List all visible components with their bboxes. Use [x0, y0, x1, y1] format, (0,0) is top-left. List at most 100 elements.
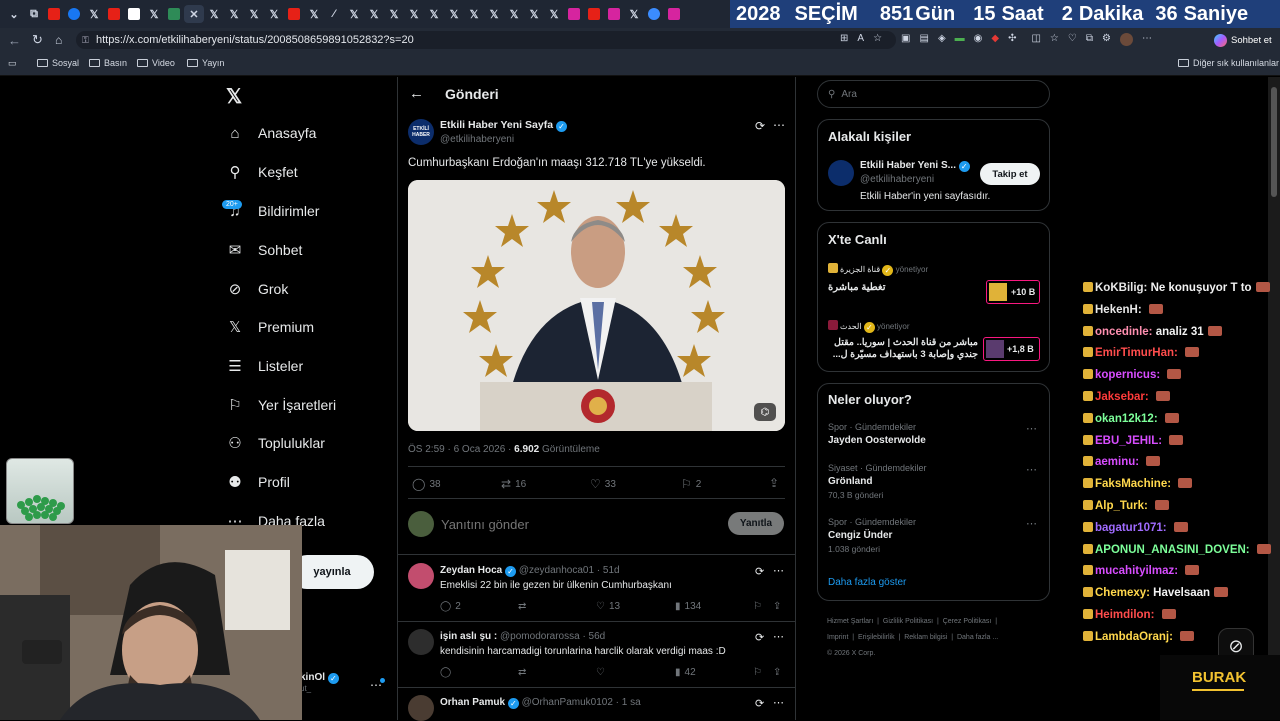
trend-item[interactable]: Siyaset · Gündemdekiler Grönland 70,3 B …	[828, 463, 1041, 500]
copilot-chat-button[interactable]: Sohbet et	[1214, 31, 1272, 49]
tab-youtube-icon[interactable]	[584, 5, 604, 23]
nav-item-5[interactable]: 𝕏 Premium	[226, 318, 314, 336]
post-button[interactable]: yayınla	[290, 555, 374, 589]
reply-bookmark-icon[interactable]: ⚐	[753, 601, 762, 612]
page-scrollbar[interactable]	[1268, 77, 1280, 720]
nav-item-1[interactable]: ⚲ Keşfet	[226, 163, 298, 181]
collections-icon[interactable]: ♡	[1068, 33, 1077, 47]
tab-instagram-icon[interactable]	[664, 5, 684, 23]
tab-x-icon[interactable]: 𝕏	[464, 5, 484, 23]
search-box[interactable]: ⚲ Ara	[817, 80, 1050, 108]
trend-item[interactable]: Spor · Gündemdekiler Jayden Oosterwolde …	[828, 422, 1041, 449]
reply-views-action[interactable]: ▮ 42	[675, 667, 696, 678]
reply-share-icon[interactable]: ⇪	[773, 667, 781, 678]
ext-icon[interactable]: ▬	[955, 33, 965, 47]
reply-views-action[interactable]: ▮ 134	[675, 601, 701, 612]
image-grok-icon[interactable]: ⌬	[754, 403, 776, 421]
tab-x-icon[interactable]: 𝕏	[344, 5, 364, 23]
tab-workspaces-icon[interactable]: ⧉	[24, 5, 44, 23]
reply-bookmark-icon[interactable]: ⚐	[753, 667, 762, 678]
reply-avatar[interactable]	[408, 563, 434, 589]
reply-grok-icon[interactable]: ⟳	[755, 697, 764, 710]
reply-more-icon[interactable]: ⋯	[773, 630, 784, 643]
reply-share-icon[interactable]: ⇪	[773, 601, 781, 612]
bookmark-action[interactable]: ⚐ 2	[681, 477, 701, 491]
tab-x-icon[interactable]: 𝕏	[444, 5, 464, 23]
tab-x-icon[interactable]: 𝕏	[204, 5, 224, 23]
nav-item-4[interactable]: ⊘ Grok	[226, 280, 289, 298]
related-user[interactable]: Etkili Haber Yeni S... ✓ @etkilihaberyen…	[860, 160, 970, 185]
reply-more-icon[interactable]: ⋯	[773, 564, 784, 577]
trend-more-icon[interactable]: ⋯	[1026, 463, 1037, 476]
nav-item-0[interactable]: ⌂ Anasayfa	[226, 124, 316, 142]
x-logo-icon[interactable]: 𝕏	[226, 84, 242, 109]
reply-header[interactable]: Zeydan Hoca ✓ @zeydanhoca01 · 51d	[440, 565, 620, 577]
tab-x-icon[interactable]: 𝕏	[544, 5, 564, 23]
footer-link[interactable]: Çerez Politikası	[943, 618, 992, 625]
nav-item-3[interactable]: ✉ Sohbet	[226, 241, 303, 259]
like-action[interactable]: ♡ 33	[590, 477, 616, 491]
favorite-icon[interactable]: ☆	[873, 33, 882, 47]
tab-x-icon[interactable]: 𝕏	[384, 5, 404, 23]
bookmark-folder-yayin[interactable]: Yayın	[187, 58, 224, 68]
grok-explain-icon[interactable]: ⟳	[755, 119, 765, 133]
tab-youtube-icon[interactable]	[104, 5, 124, 23]
bookmark-folder-video[interactable]: Video	[137, 58, 175, 68]
tab-linkedin-icon[interactable]	[124, 5, 144, 23]
footer-link[interactable]: Reklam bilgisi	[904, 634, 947, 641]
tab-x-icon[interactable]: 𝕏	[144, 5, 164, 23]
reply-repost-action[interactable]: ⇄	[518, 667, 526, 678]
related-avatar[interactable]	[828, 160, 854, 186]
tab-app-icon[interactable]	[164, 5, 184, 23]
tab-feather-icon[interactable]: ⁄	[324, 5, 344, 23]
scrollbar-thumb[interactable]	[1271, 87, 1277, 197]
post-author[interactable]: Etkili Haber Yeni Sayfa ✓ @etkilihaberye…	[440, 119, 567, 145]
ext-icon[interactable]: ◉	[974, 33, 983, 47]
reply-reply-action[interactable]: ◯ 2	[440, 601, 461, 612]
nav-item-6[interactable]: ☰ Listeler	[226, 357, 303, 375]
nav-item-9[interactable]: ⚉ Profil	[226, 473, 290, 491]
tab-x-icon[interactable]: 𝕏	[264, 5, 284, 23]
bookmark-folder-basin[interactable]: Basın	[89, 58, 127, 68]
reply-avatar[interactable]	[408, 695, 434, 721]
author-avatar[interactable]: ETKİLİ HABER	[408, 119, 434, 145]
home-browser-icon[interactable]: ⌂	[55, 33, 62, 47]
back-arrow-icon[interactable]: ←	[409, 85, 424, 102]
favorites-icon[interactable]: ☆	[1050, 33, 1059, 47]
url-field[interactable]: ⚿ https://x.com/etkilihaberyeni/status/2…	[76, 31, 896, 49]
tab-x-icon[interactable]: 𝕏	[224, 5, 244, 23]
trend-more-icon[interactable]: ⋯	[1026, 517, 1037, 530]
tab-youtube-icon[interactable]	[284, 5, 304, 23]
tab-instagram-icon[interactable]	[604, 5, 624, 23]
live-item[interactable]: الحدث ✓ yönetiyor مباشر من قناة الحدث | …	[828, 320, 1041, 366]
tab-x-icon[interactable]: 𝕏	[484, 5, 504, 23]
reply-action[interactable]: ◯ 38	[412, 477, 441, 491]
apps-icon[interactable]: ⊞	[840, 33, 848, 47]
footer-link[interactable]: Gizlilik Politikası	[883, 618, 933, 625]
footer-link[interactable]: Erişilebilirlik	[858, 634, 895, 641]
other-bookmarks-folder[interactable]: Diğer sık kullanılanlar	[1178, 58, 1279, 68]
nav-item-8[interactable]: ⚇ Topluluklar	[226, 434, 325, 452]
screenshot-icon[interactable]: ⧉	[1086, 33, 1093, 47]
footer-link[interactable]: Hizmet Şartları	[827, 618, 873, 625]
reply-input[interactable]	[441, 513, 701, 535]
reply-more-icon[interactable]: ⋯	[773, 696, 784, 709]
tab-x-icon[interactable]: 𝕏	[304, 5, 324, 23]
account-switcher[interactable]: kinOl ✓ ut_	[300, 672, 339, 693]
ext-icon[interactable]: ◆	[991, 33, 999, 47]
ext-icon[interactable]: ▤	[919, 33, 928, 47]
live-item[interactable]: قناة الجزيرة ✓ yönetiyor تغطية مباشرة +1…	[828, 263, 1041, 311]
reply-submit-button[interactable]: Yanıtla	[728, 512, 784, 535]
tab-x-icon[interactable]: 𝕏	[504, 5, 524, 23]
repost-action[interactable]: ⇄ 16	[501, 477, 526, 491]
extensions-icon[interactable]: ✣	[1008, 33, 1016, 47]
reply-repost-action[interactable]: ⇄	[518, 601, 526, 612]
tab-instagram-icon[interactable]	[564, 5, 584, 23]
reply-avatar[interactable]	[408, 629, 434, 655]
tab-x-icon[interactable]: 𝕏	[84, 5, 104, 23]
back-icon[interactable]: ←	[8, 33, 21, 48]
trend-item[interactable]: Spor · Gündemdekiler Cengiz Ünder 1.038 …	[828, 517, 1041, 554]
tab-youtube-icon[interactable]	[44, 5, 64, 23]
reply-grok-icon[interactable]: ⟳	[755, 631, 764, 644]
tab-messenger-icon[interactable]	[644, 5, 664, 23]
